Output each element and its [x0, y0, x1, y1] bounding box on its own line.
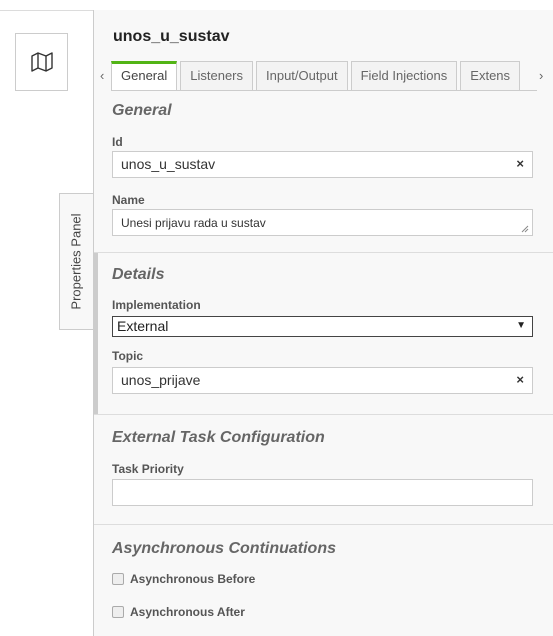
resize-handle-icon[interactable]	[521, 225, 529, 233]
async-before-label: Asynchronous Before	[130, 572, 256, 586]
id-clear-button[interactable]: ×	[516, 156, 524, 171]
panel-header: unos_u_sustav ‹ General Listeners Input/Ou…	[94, 10, 553, 102]
implementation-select[interactable]: External ▼	[112, 316, 533, 337]
tab-bar: General Listeners Input/Output Field Inject…	[111, 61, 537, 91]
topic-field[interactable]: unos_prijave ×	[112, 367, 533, 394]
async-before-row[interactable]: Asynchronous Before	[112, 572, 255, 586]
id-label: Id	[112, 135, 123, 149]
async-after-checkbox[interactable]	[112, 606, 124, 618]
map-button[interactable]	[15, 33, 68, 91]
map-icon	[30, 52, 53, 72]
name-label: Name	[112, 193, 145, 207]
properties-panel: unos_u_sustav ‹ General Listeners Input/Ou…	[93, 10, 553, 636]
tab-listeners[interactable]: Listeners	[180, 61, 253, 90]
chevron-down-icon: ▼	[516, 320, 526, 331]
external-task-group-title: External Task Configuration	[112, 429, 325, 446]
id-field-value: unos_u_sustav	[121, 156, 216, 172]
topic-field-value: unos_prijave	[121, 372, 201, 388]
element-title: unos_u_sustav	[113, 28, 230, 45]
task-priority-field[interactable]	[112, 479, 533, 506]
tab-scroll-right-button[interactable]: ›	[539, 68, 543, 83]
topic-label: Topic	[112, 349, 144, 363]
task-priority-label: Task Priority	[112, 462, 184, 476]
tab-field-injections[interactable]: Field Injections	[350, 61, 458, 90]
name-textarea-value: Unesi prijavu rada u sustav	[121, 216, 266, 230]
properties-panel-toggle-label: Properties Panel	[69, 213, 84, 310]
async-group-title: Asynchronous Continuations	[112, 540, 336, 557]
tab-extensions[interactable]: Extens	[460, 61, 521, 90]
async-before-checkbox[interactable]	[112, 573, 124, 585]
properties-panel-toggle[interactable]: Properties Panel	[59, 193, 93, 330]
topic-clear-button[interactable]: ×	[516, 372, 524, 387]
tab-scroll-left-button[interactable]: ‹	[100, 68, 104, 83]
async-group: Asynchronous Continuations Asynchronous …	[94, 525, 553, 636]
implementation-select-value: External	[117, 318, 169, 334]
external-task-group: External Task Configuration Task Priorit…	[94, 415, 553, 525]
implementation-label: Implementation	[112, 298, 201, 312]
details-group: Details Implementation External ▼ Topic …	[94, 253, 553, 415]
tab-general[interactable]: General	[111, 61, 178, 90]
name-textarea[interactable]: Unesi prijavu rada u sustav	[112, 209, 533, 236]
async-after-row[interactable]: Asynchronous After	[112, 605, 245, 619]
tab-input-output[interactable]: Input/Output	[256, 61, 348, 90]
async-after-label: Asynchronous After	[130, 605, 245, 619]
general-group-title: General	[112, 102, 172, 119]
id-field[interactable]: unos_u_sustav ×	[112, 151, 533, 178]
details-group-title: Details	[112, 266, 165, 283]
general-group: General Id unos_u_sustav × Name Unesi pr…	[94, 102, 553, 252]
